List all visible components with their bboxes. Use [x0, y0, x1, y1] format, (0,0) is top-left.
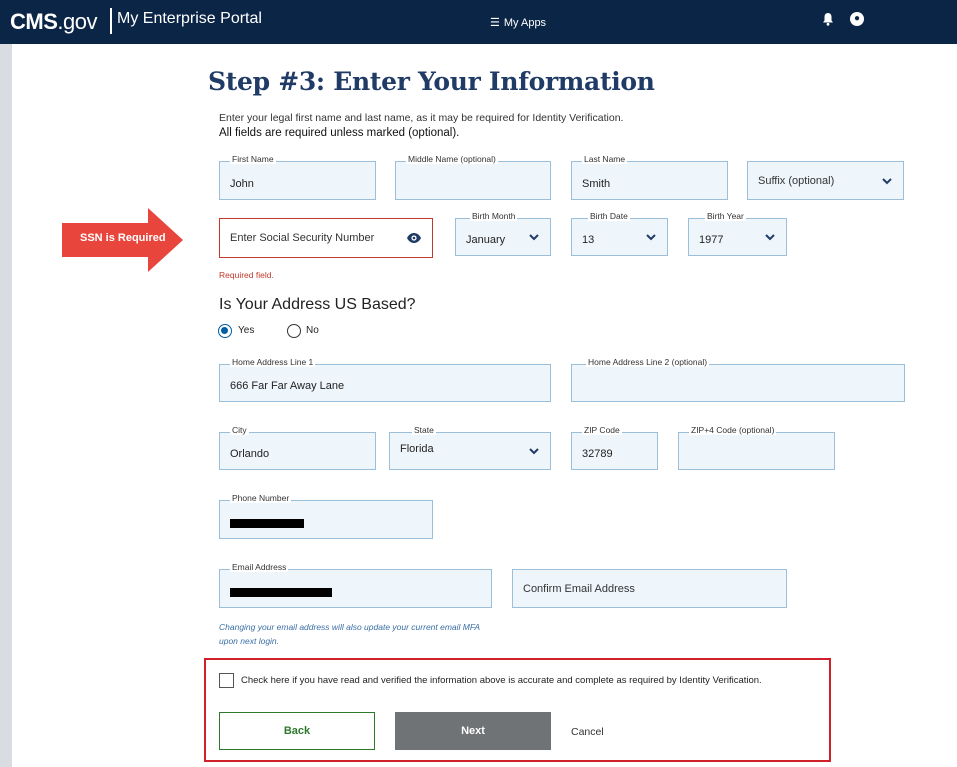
chevron-down-icon [529, 234, 539, 241]
my-apps-menu[interactable]: ☰ My Apps [490, 16, 546, 29]
ssn-field[interactable]: Enter Social Security Number [219, 218, 433, 258]
list-icon: ☰ [490, 17, 500, 29]
ssn-required-callout: SSN is Required [80, 232, 166, 244]
middle-name-field[interactable]: Middle Name (optional) [395, 154, 551, 200]
back-button[interactable]: Back [219, 712, 375, 750]
redacted-phone [230, 519, 304, 528]
birth-date-select[interactable]: Birth Date 13 [571, 211, 668, 256]
first-name-field[interactable]: First Name John [219, 154, 376, 200]
email-field[interactable]: Email Address [219, 562, 492, 608]
brand-divider [110, 8, 112, 34]
email-hint: Changing your email address will also up… [219, 622, 480, 646]
phone-field[interactable]: Phone Number [219, 493, 433, 539]
suffix-select[interactable]: Suffix (optional) [747, 161, 904, 200]
birth-year-select[interactable]: Birth Year 1977 [688, 211, 787, 256]
radio-yes[interactable] [218, 324, 232, 338]
city-field[interactable]: City Orlando [219, 425, 376, 470]
bell-icon[interactable] [822, 12, 834, 26]
intro-text: Enter your legal first name and last nam… [219, 112, 624, 124]
verify-checkbox[interactable] [219, 673, 234, 688]
chevron-down-icon [529, 448, 539, 455]
redacted-email [230, 588, 332, 597]
cancel-link[interactable]: Cancel [571, 726, 604, 738]
chevron-down-icon [882, 177, 892, 184]
chevron-down-icon [646, 234, 656, 241]
required-note: All fields are required unless marked (o… [219, 127, 460, 139]
next-button[interactable]: Next [395, 712, 551, 750]
last-name-field[interactable]: Last Name Smith [571, 154, 728, 200]
chevron-down-icon [765, 234, 775, 241]
radio-no-label: No [306, 325, 319, 336]
user-icon[interactable]: ● [850, 12, 864, 26]
address-question: Is Your Address US Based? [219, 296, 416, 313]
verify-checkbox-label[interactable]: Check here if you have read and verified… [241, 675, 762, 686]
radio-no[interactable] [287, 324, 301, 338]
cms-logo[interactable]: CMS.gov [10, 9, 97, 35]
top-navbar: CMS.gov My Enterprise Portal ☰ My Apps ● [0, 0, 957, 44]
home-address-1-field[interactable]: Home Address Line 1 666 Far Far Away Lan… [219, 357, 551, 402]
page-title: Step #3: Enter Your Information [208, 67, 655, 96]
birth-month-select[interactable]: Birth Month January [455, 211, 551, 256]
zip4-field[interactable]: ZIP+4 Code (optional) [678, 425, 835, 470]
confirm-email-field[interactable]: Confirm Email Address [512, 569, 787, 608]
home-address-2-field[interactable]: Home Address Line 2 (optional) [571, 357, 905, 402]
portal-name: My Enterprise Portal [117, 10, 262, 27]
zip-field[interactable]: ZIP Code 32789 [571, 425, 658, 470]
state-select[interactable]: State Florida [389, 425, 551, 470]
radio-yes-label: Yes [238, 325, 255, 336]
ssn-error-text: Required field. [219, 270, 274, 280]
eye-icon[interactable] [406, 232, 422, 244]
